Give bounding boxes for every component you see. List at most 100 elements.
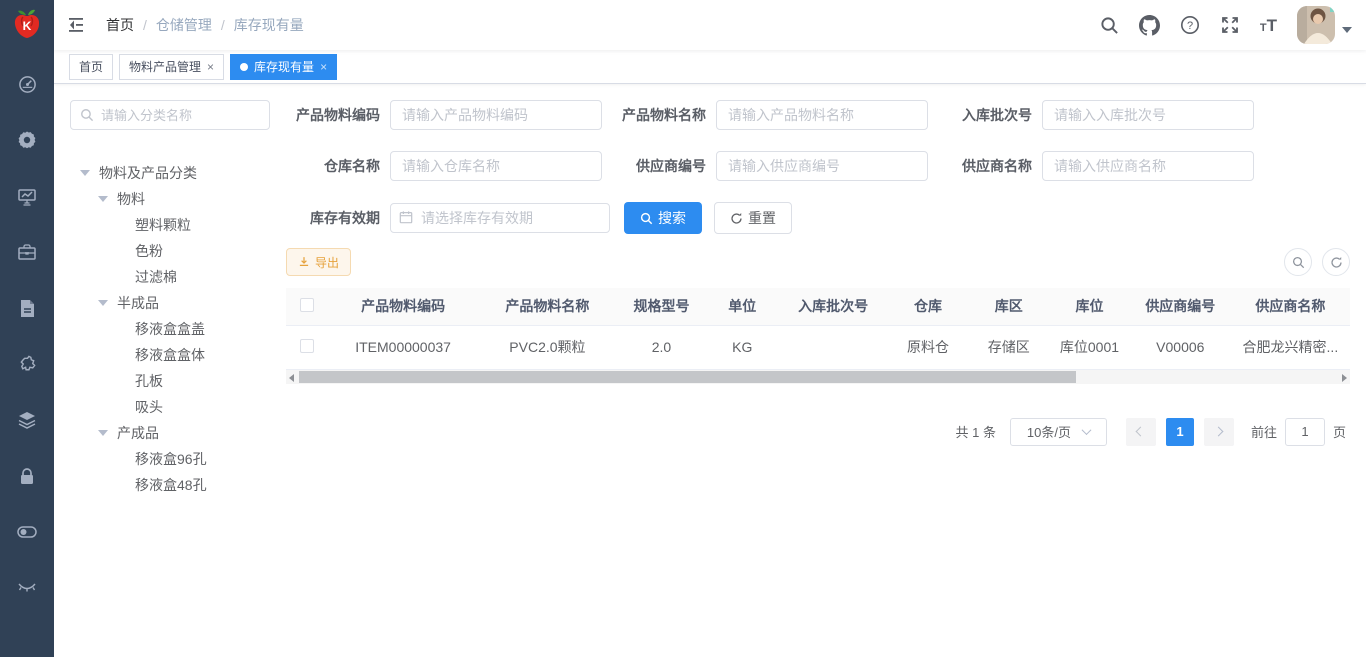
fullscreen-icon[interactable] — [1220, 15, 1240, 35]
field-label: 产品物料名称 — [612, 105, 716, 125]
tree-node[interactable]: 移液盒盒盖 — [70, 316, 270, 342]
toggle-search-button[interactable] — [1284, 248, 1312, 276]
tab-label: 库存现有量 — [254, 58, 314, 75]
lock-icon[interactable] — [17, 466, 37, 486]
tree-node[interactable]: 塑料颗粒 — [70, 212, 270, 238]
search-button[interactable]: 搜索 — [624, 202, 702, 234]
refresh-icon — [730, 212, 743, 225]
close-icon[interactable]: × — [207, 61, 214, 73]
breadcrumb-home[interactable]: 首页 — [106, 15, 134, 35]
search-icon — [640, 212, 653, 225]
category-search-input[interactable] — [101, 108, 260, 123]
cell-supplier-name: 合肥龙兴精密... — [1231, 325, 1350, 369]
presentation-chart-icon[interactable] — [17, 186, 37, 206]
page-number-active[interactable]: 1 — [1166, 418, 1194, 446]
column-header: 供应商名称 — [1231, 288, 1350, 325]
warehouse-name-input[interactable] — [390, 151, 602, 181]
cell-warehouse: 原料仓 — [888, 325, 969, 369]
calendar-icon — [399, 210, 413, 229]
tags-view-bar: 首页 物料产品管理 × 库存现有量 × — [54, 50, 1366, 84]
scroll-right-icon[interactable] — [1342, 374, 1347, 382]
page-unit-label: 页 — [1333, 422, 1346, 441]
caret-down-icon[interactable] — [80, 170, 90, 176]
tree-node[interactable]: 孔板 — [70, 368, 270, 394]
caret-down-icon[interactable] — [98, 196, 108, 202]
field-label: 供应商编号 — [612, 156, 716, 176]
page-size-select[interactable]: 10条/页 — [1010, 418, 1107, 446]
scroll-left-icon[interactable] — [289, 374, 294, 382]
sidebar-collapse-icon[interactable] — [66, 14, 88, 36]
supplier-code-input[interactable] — [716, 151, 928, 181]
page-size-value: 10条/页 — [1027, 422, 1071, 441]
refresh-table-button[interactable] — [1322, 248, 1350, 276]
item-code-input[interactable] — [390, 100, 602, 130]
tree-node[interactable]: 移液盒96孔 — [70, 446, 270, 472]
download-icon — [298, 256, 310, 268]
column-header: 入库批次号 — [779, 288, 888, 325]
field-label: 供应商名称 — [938, 156, 1042, 176]
column-header: 库位 — [1049, 288, 1130, 325]
font-size-icon[interactable]: TT — [1260, 17, 1277, 34]
tab-material-product[interactable]: 物料产品管理 × — [119, 54, 224, 80]
caret-down-icon[interactable] — [98, 430, 108, 436]
tree-node[interactable]: 物料 — [70, 186, 270, 212]
scrollbar-thumb[interactable] — [299, 371, 1076, 383]
supplier-name-input[interactable] — [1042, 151, 1254, 181]
cell-spec: 2.0 — [617, 325, 706, 369]
eye-closed-icon[interactable] — [17, 578, 37, 598]
goto-page-input[interactable] — [1285, 418, 1325, 446]
tab-home[interactable]: 首页 — [69, 54, 113, 80]
search-icon — [1292, 256, 1305, 269]
user-menu[interactable] — [1297, 6, 1352, 44]
tree-node[interactable]: 移液盒48孔 — [70, 472, 270, 498]
tree-node[interactable]: 过滤棉 — [70, 264, 270, 290]
breadcrumb-separator: / — [143, 17, 147, 33]
avatar[interactable] — [1297, 6, 1335, 44]
expiry-date-input[interactable] — [390, 203, 610, 233]
table-toolbar: 导出 — [286, 248, 1350, 276]
row-checkbox[interactable] — [300, 339, 314, 353]
table-row[interactable]: ITEM00000037 PVC2.0颗粒 2.0 KG 原料仓 存储区 库位0… — [286, 325, 1350, 369]
batch-no-input[interactable] — [1042, 100, 1254, 130]
tree-node[interactable]: 移液盒盒体 — [70, 342, 270, 368]
svg-text:K: K — [23, 19, 32, 33]
toggle-icon[interactable] — [17, 522, 37, 542]
cell-location: 库位0001 — [1049, 325, 1130, 369]
filter-form: 产品物料编码 产品物料名称 入库批次号 — [286, 100, 1350, 234]
plugin-puzzle-icon[interactable] — [17, 354, 37, 374]
prev-page-button[interactable] — [1126, 418, 1156, 446]
breadcrumb: 首页 / 仓储管理 / 库存现有量 — [106, 15, 304, 35]
inventory-panel: 产品物料编码 产品物料名称 入库批次号 — [286, 100, 1350, 641]
app-logo[interactable]: K — [0, 0, 54, 50]
item-name-input[interactable] — [716, 100, 928, 130]
active-dot — [240, 63, 248, 71]
tree-node[interactable]: 物料及产品分类 — [70, 160, 270, 186]
help-icon[interactable]: ? — [1180, 15, 1200, 35]
tree-node[interactable]: 吸头 — [70, 394, 270, 420]
tab-inventory-onhand[interactable]: 库存现有量 × — [230, 54, 337, 80]
horizontal-scrollbar[interactable] — [286, 370, 1350, 384]
tree-node[interactable]: 色粉 — [70, 238, 270, 264]
tree-node[interactable]: 产成品 — [70, 420, 270, 446]
select-all-checkbox[interactable] — [300, 298, 314, 312]
table-header-row: 产品物料编码 产品物料名称 规格型号 单位 入库批次号 仓库 库区 库位 供应商… — [286, 288, 1350, 325]
close-icon[interactable]: × — [320, 61, 327, 73]
dashboard-icon[interactable] — [17, 74, 37, 94]
export-button[interactable]: 导出 — [286, 248, 351, 276]
tree-node[interactable]: 半成品 — [70, 290, 270, 316]
search-icon[interactable] — [1100, 16, 1119, 35]
tab-label: 物料产品管理 — [129, 58, 201, 75]
reset-button[interactable]: 重置 — [714, 202, 792, 234]
caret-down-icon[interactable] — [98, 300, 108, 306]
document-icon[interactable] — [17, 298, 37, 318]
total-count: 共 1 条 — [956, 422, 996, 441]
refresh-icon — [1330, 256, 1343, 269]
chevron-right-icon — [1214, 427, 1224, 437]
next-page-button[interactable] — [1204, 418, 1234, 446]
settings-gear-icon[interactable] — [17, 130, 37, 150]
goto-label: 前往 — [1251, 422, 1277, 441]
caret-down-icon — [1342, 27, 1352, 33]
github-icon[interactable] — [1139, 15, 1160, 36]
briefcase-icon[interactable] — [17, 242, 37, 262]
layers-icon[interactable] — [17, 410, 37, 430]
